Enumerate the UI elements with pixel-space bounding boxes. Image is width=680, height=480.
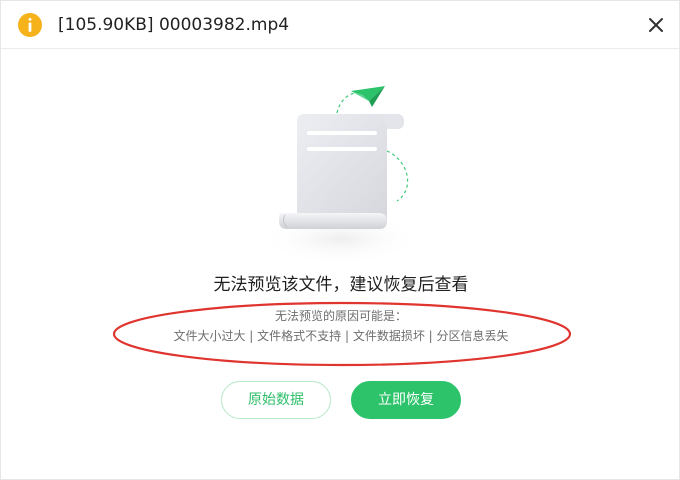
preview-dialog: [105.90KB] 00003982.mp4 无法预览该文件，建议恢复后查看 … (0, 0, 680, 480)
close-icon[interactable] (643, 12, 669, 38)
raw-data-button[interactable]: 原始数据 (221, 381, 331, 419)
recover-now-button[interactable]: 立即恢复 (351, 381, 461, 419)
preview-unavailable-headline: 无法预览该文件，建议恢复后查看 (213, 275, 469, 295)
reason-list: 文件大小过大 | 文件格式不支持 | 文件数据损坏 | 分区信息丢失 (173, 329, 509, 343)
document-illustration (259, 86, 423, 265)
reason-title: 无法预览的原因可能是： (274, 309, 407, 323)
info-icon (18, 13, 42, 37)
title-bar: [105.90KB] 00003982.mp4 (1, 1, 679, 49)
window-title: [105.90KB] 00003982.mp4 (58, 15, 290, 35)
